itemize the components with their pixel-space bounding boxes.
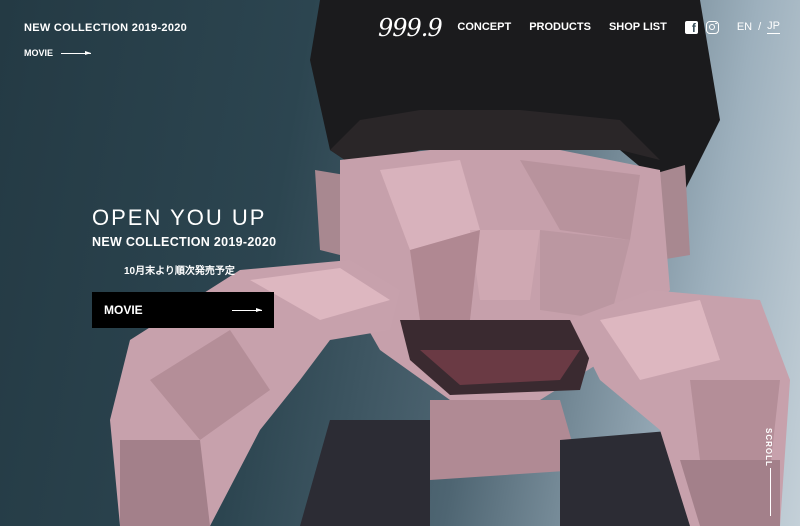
main-nav: CONCEPT PRODUCTS SHOP LIST f EN / JP xyxy=(457,20,780,35)
facebook-icon[interactable]: f xyxy=(684,20,698,35)
lang-separator: / xyxy=(758,21,762,33)
lang-en[interactable]: EN xyxy=(737,21,752,33)
nav-shop-list[interactable]: SHOP LIST xyxy=(609,21,667,33)
social-links: f xyxy=(684,20,719,35)
nav-products[interactable]: PRODUCTS xyxy=(529,21,591,33)
hero-image xyxy=(0,0,800,526)
hero-subheadline: NEW COLLECTION 2019-2020 xyxy=(92,235,277,249)
hero-illustration xyxy=(110,0,790,526)
movie-button[interactable]: MOVIE xyxy=(92,292,274,328)
hero-headline: OPEN YOU UP xyxy=(92,205,267,230)
header-movie-link[interactable]: MOVIE xyxy=(24,48,92,58)
movie-button-label: MOVIE xyxy=(104,303,143,317)
scroll-indicator[interactable]: SCROLL xyxy=(762,428,782,518)
instagram-icon[interactable] xyxy=(705,20,719,34)
lang-jp[interactable]: JP xyxy=(767,20,780,34)
scroll-line-icon xyxy=(770,468,771,516)
movie-link-label: MOVIE xyxy=(24,48,54,58)
scroll-label: SCROLL xyxy=(764,428,773,467)
nav-concept[interactable]: CONCEPT xyxy=(457,21,511,33)
language-switcher: EN / JP xyxy=(737,20,780,34)
arrow-right-icon xyxy=(232,307,262,312)
brand-logo[interactable]: 999.9 xyxy=(378,14,443,42)
arrow-right-icon xyxy=(61,50,92,55)
release-note: 10月末より順次発売予定 xyxy=(124,266,235,277)
collection-title: NEW COLLECTION 2019-2020 xyxy=(24,22,188,34)
